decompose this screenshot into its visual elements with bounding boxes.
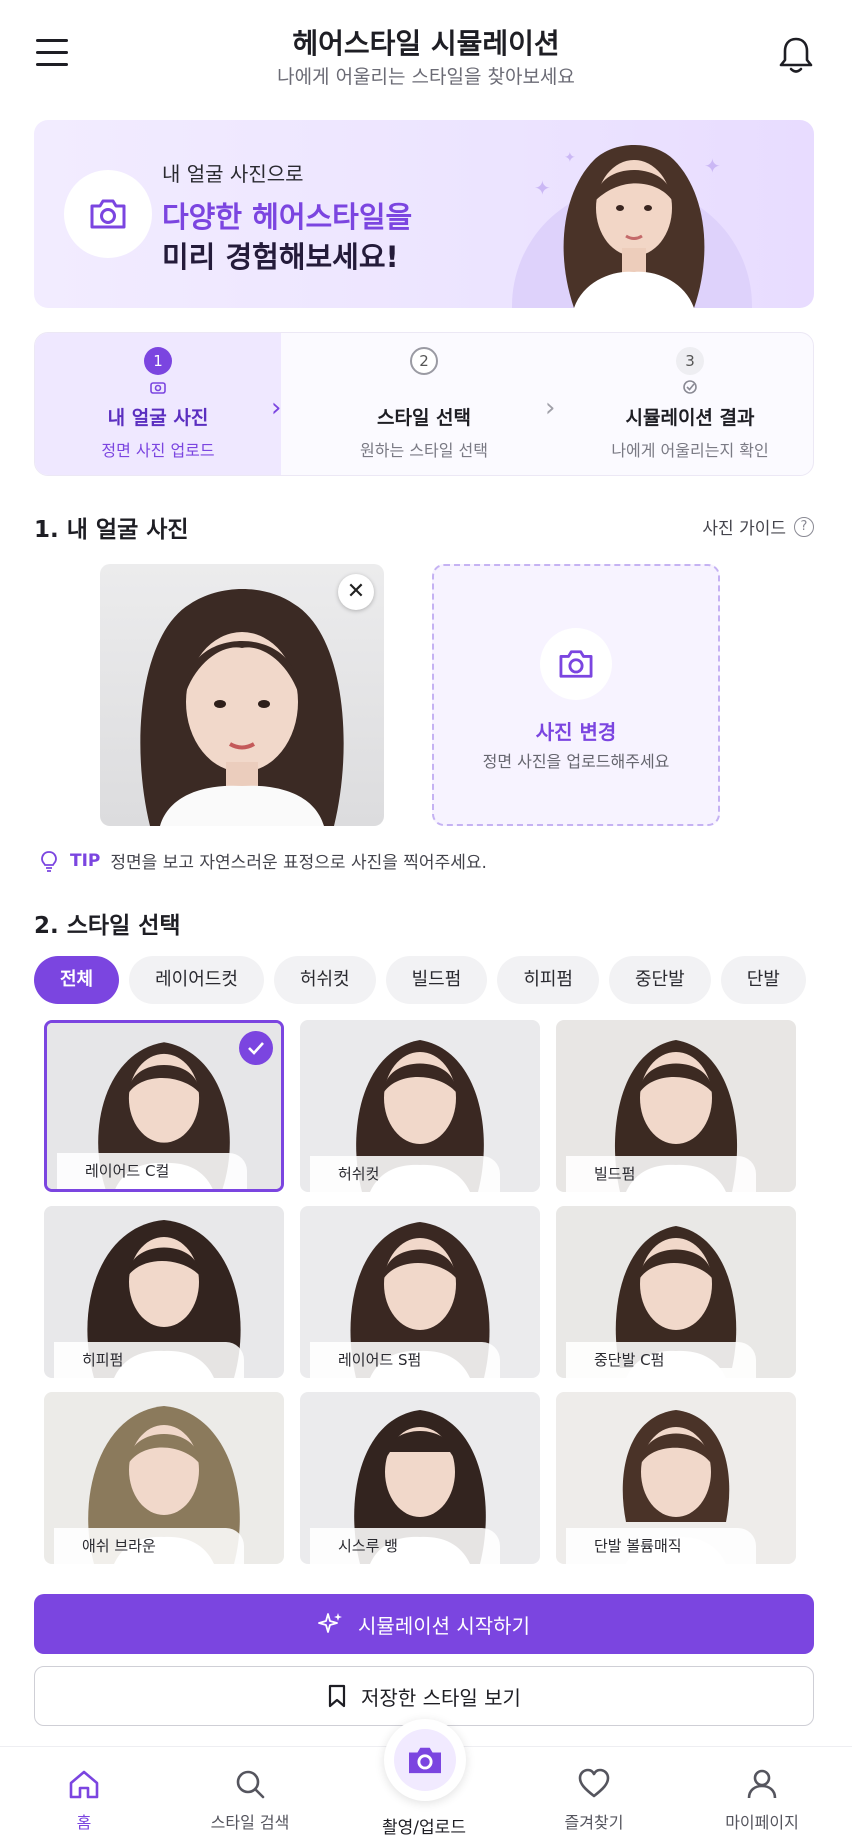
saved-styles-button[interactable]: 저장한 스타일 보기 — [34, 1666, 814, 1726]
nav-home[interactable]: 홈 — [14, 1747, 154, 1846]
style-card[interactable]: 허쉬컷 — [300, 1020, 540, 1192]
step-result[interactable]: 3 시뮬레이션 결과 나에게 어울리는지 확인 — [567, 333, 813, 475]
step-desc: 원하는 스타일 선택 — [360, 441, 488, 460]
user-icon — [747, 1769, 777, 1799]
style-card[interactable]: 히피펌 — [44, 1206, 284, 1378]
chevron-right-icon: › — [271, 393, 282, 423]
chip-build-perm[interactable]: 빌드펌 — [385, 956, 488, 1004]
app-header: 헤어스타일 시뮬레이션 나에게 어울리는 스타일을 찾아보세요 — [0, 0, 852, 110]
chip-medium[interactable]: 중단발 — [609, 956, 711, 1004]
chip-short[interactable]: 단발 — [720, 956, 806, 1004]
nav-mypage[interactable]: 마이페이지 — [692, 1747, 832, 1846]
help-icon: ? — [794, 516, 814, 537]
hero-headline-2: 미리 경험해보세요! — [162, 240, 399, 274]
change-photo-label: 사진 변경 — [535, 720, 617, 744]
style-label: 허쉬컷 — [310, 1156, 500, 1192]
check-icon — [239, 1031, 273, 1065]
step-label: 스타일 선택 — [376, 407, 471, 429]
page-title: 헤어스타일 시뮬레이션 — [292, 27, 560, 60]
step-photo[interactable]: 1 내 얼굴 사진 정면 사진 업로드 — [35, 333, 281, 475]
remove-photo-button[interactable]: ✕ — [338, 574, 374, 610]
change-photo-desc: 정면 사진을 업로드해주세요 — [482, 752, 670, 771]
chevron-right-icon: › — [545, 393, 556, 423]
tip-text: 정면을 보고 자연스러운 표정으로 사진을 찍어주세요. — [110, 853, 487, 873]
photo-guide-link[interactable]: 사진 가이드 ? — [702, 514, 814, 539]
camera-icon — [394, 1729, 456, 1791]
change-photo-button[interactable]: 사진 변경 정면 사진을 업로드해주세요 — [432, 564, 720, 826]
progress-steps: 1 내 얼굴 사진 정면 사진 업로드 › 2 스타일 선택 원하는 스타일 선… — [34, 332, 814, 476]
style-card[interactable]: 빌드펌 — [556, 1020, 796, 1192]
section-title-photo: 1. 내 얼굴 사진 — [34, 517, 189, 543]
style-label: 애쉬 브라운 — [54, 1528, 244, 1564]
chip-layered-cut[interactable]: 레이어드컷 — [129, 956, 264, 1004]
sparkle-icon — [318, 1613, 343, 1633]
style-card[interactable]: 단발 볼륨매직 — [556, 1392, 796, 1564]
camera-icon — [150, 382, 166, 394]
style-card[interactable]: 레이어드 C컬 — [44, 1020, 284, 1192]
search-icon — [236, 1770, 265, 1799]
step-number: 1 — [144, 347, 172, 375]
bell-icon[interactable] — [776, 34, 816, 76]
uploaded-photo: ✕ — [100, 564, 384, 826]
camera-icon — [64, 170, 152, 258]
chip-hush-cut[interactable]: 허쉬컷 — [273, 956, 376, 1004]
style-label: 단발 볼륨매직 — [566, 1528, 756, 1564]
start-simulation-label: 시뮬레이션 시작하기 — [358, 1613, 530, 1638]
saved-styles-label: 저장한 스타일 보기 — [361, 1685, 521, 1710]
style-label: 시스루 뱅 — [310, 1528, 500, 1564]
step-label: 내 얼굴 사진 — [107, 407, 209, 429]
photo-tip: TIP 정면을 보고 자연스러운 표정으로 사진을 찍어주세요. — [38, 848, 487, 873]
style-label: 빌드펌 — [566, 1156, 756, 1192]
style-label: 레이어드 S펌 — [310, 1342, 500, 1378]
step-label: 시뮬레이션 결과 — [625, 407, 755, 429]
hero-caption: 내 얼굴 사진으로 — [162, 162, 304, 186]
nav-style-search[interactable]: 스타일 검색 — [180, 1747, 320, 1846]
nav-capture-label: 촬영/업로드 — [382, 1818, 466, 1838]
step-desc: 나에게 어울리는지 확인 — [611, 441, 769, 460]
tip-label: TIP — [70, 850, 101, 871]
result-check-icon — [683, 380, 697, 394]
nav-search-label: 스타일 검색 — [210, 1813, 290, 1832]
step-style[interactable]: 2 스타일 선택 원하는 스타일 선택 — [301, 333, 547, 475]
style-card[interactable]: 레이어드 S펌 — [300, 1206, 540, 1378]
hero-headline-1: 다양한 헤어스타일을 — [162, 200, 413, 234]
bottom-navigation: 홈 스타일 검색 촬영/업로드 즐겨찾기 마이페이지 — [0, 1719, 852, 1846]
hero-banner: 내 얼굴 사진으로 다양한 헤어스타일을 미리 경험해보세요! ✦ ✦ ✦ — [34, 120, 814, 308]
section-title-style: 2. 스타일 선택 — [34, 913, 181, 939]
page-subtitle: 나에게 어울리는 스타일을 찾아보세요 — [277, 66, 575, 88]
style-card[interactable]: 애쉬 브라운 — [44, 1392, 284, 1564]
bookmark-icon — [328, 1684, 346, 1708]
lightbulb-icon — [41, 850, 57, 872]
style-card[interactable]: 중단발 C펌 — [556, 1206, 796, 1378]
heart-icon — [578, 1768, 610, 1798]
step-desc: 정면 사진 업로드 — [101, 441, 215, 460]
capture-upload-button[interactable] — [384, 1719, 466, 1801]
nav-mypage-label: 마이페이지 — [725, 1813, 799, 1832]
hero-model-image — [563, 145, 705, 308]
chip-all[interactable]: 전체 — [34, 956, 120, 1004]
photo-guide-label: 사진 가이드 — [702, 519, 786, 539]
style-label: 히피펌 — [54, 1342, 244, 1378]
style-card[interactable]: 시스루 뱅 — [300, 1392, 540, 1564]
start-simulation-button[interactable]: 시뮬레이션 시작하기 — [34, 1594, 814, 1654]
nav-home-label: 홈 — [76, 1813, 92, 1832]
home-icon — [69, 1770, 99, 1799]
style-label: 중단발 C펌 — [566, 1342, 756, 1378]
style-filter-chips: 전체 레이어드컷 허쉬컷 빌드펌 히피펌 중단발 단발 — [34, 956, 814, 1004]
nav-favorites-label: 즐겨찾기 — [564, 1813, 624, 1832]
chip-hippie-perm[interactable]: 히피펌 — [497, 956, 599, 1004]
style-label: 레이어드 C컬 — [57, 1153, 247, 1189]
step-number: 2 — [410, 347, 438, 375]
step-number: 3 — [676, 347, 704, 375]
style-grid: 레이어드 C컬 허쉬컷 빌드펌 히피펌 레이어드 S펌 중단발 C펌 애쉬 브라… — [44, 1020, 804, 1580]
camera-icon — [540, 628, 612, 700]
nav-favorites[interactable]: 즐겨찾기 — [524, 1747, 664, 1846]
